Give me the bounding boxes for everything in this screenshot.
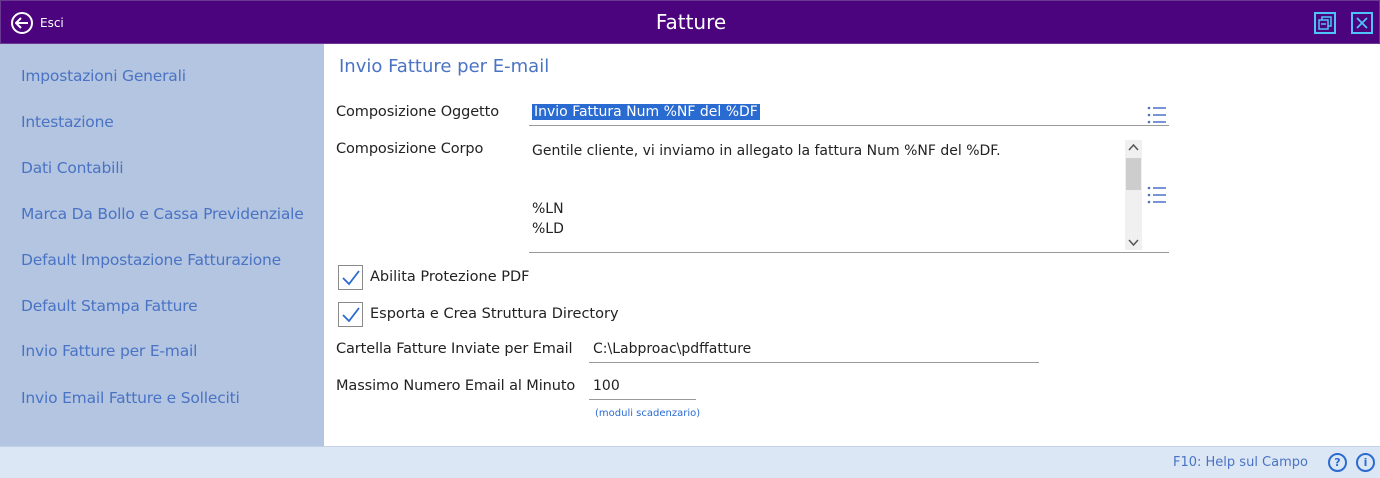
checkmark-icon <box>342 307 360 323</box>
subject-value: Invio Fattura Num %NF del %DF <box>532 104 760 120</box>
scroll-up-icon[interactable] <box>1128 143 1139 153</box>
body-textarea[interactable]: Gentile cliente, vi inviamo in allegato … <box>529 136 1169 253</box>
restore-window-button[interactable] <box>1314 12 1336 34</box>
max-emails-hint: (moduli scadenzario) <box>595 408 701 419</box>
sidebar-item-marca-da-bollo[interactable]: Marca Da Bollo e Cassa Previdenziale <box>21 205 304 223</box>
section-title: Invio Fatture per E-mail <box>339 56 550 77</box>
title-bar: Esci Fatture <box>0 0 1380 44</box>
help-hint: F10: Help sul Campo <box>1173 455 1308 470</box>
sidebar-item-default-stampa[interactable]: Default Stampa Fatture <box>21 297 198 315</box>
sidebar: Impostazioni Generali Intestazione Dati … <box>0 44 324 446</box>
body-line: %LN <box>532 201 564 217</box>
export-directory-label: Esporta e Crea Struttura Directory <box>370 306 619 322</box>
help-icon[interactable]: ? <box>1328 453 1347 472</box>
max-emails-input[interactable]: 100 <box>589 374 696 400</box>
sent-folder-input[interactable]: C:\Labproac\pdffatture <box>589 337 1039 363</box>
body-scrollbar[interactable] <box>1125 140 1142 250</box>
sent-folder-value: C:\Labproac\pdffatture <box>593 341 752 357</box>
sidebar-item-default-impostazione[interactable]: Default Impostazione Fatturazione <box>21 251 281 269</box>
export-directory-checkbox[interactable] <box>338 302 363 327</box>
sidebar-item-impostazioni-generali[interactable]: Impostazioni Generali <box>21 67 186 85</box>
max-emails-value: 100 <box>593 378 620 394</box>
scroll-thumb[interactable] <box>1126 158 1141 190</box>
scroll-down-icon[interactable] <box>1128 237 1139 247</box>
max-emails-label: Massimo Numero Email al Minuto <box>336 378 576 394</box>
close-window-button[interactable] <box>1351 12 1373 34</box>
sent-folder-label: Cartella Fatture Inviate per Email <box>336 341 573 357</box>
sidebar-item-intestazione[interactable]: Intestazione <box>21 113 114 131</box>
sidebar-item-invio-email-solleciti[interactable]: Invio Email Fatture e Solleciti <box>21 389 240 407</box>
subject-label: Composizione Oggetto <box>336 104 499 120</box>
body-fields-list-icon[interactable] <box>1147 186 1167 208</box>
checkmark-icon <box>342 270 360 286</box>
main-panel: Invio Fatture per E-mail Composizione Og… <box>324 44 1380 446</box>
sidebar-item-invio-fatture-email[interactable]: Invio Fatture per E-mail <box>21 342 197 360</box>
pdf-protection-checkbox[interactable] <box>338 265 363 290</box>
subject-input[interactable]: Invio Fattura Num %NF del %DF <box>529 102 1169 126</box>
body-label: Composizione Corpo <box>336 141 484 157</box>
window-title: Fatture <box>655 10 727 34</box>
close-icon <box>1356 17 1368 29</box>
body-line: %LD <box>532 221 564 237</box>
status-bar: F10: Help sul Campo ? i <box>0 446 1380 478</box>
body-line: Gentile cliente, vi inviamo in allegato … <box>532 143 1001 159</box>
subject-fields-list-icon[interactable] <box>1147 106 1167 128</box>
sidebar-item-dati-contabili[interactable]: Dati Contabili <box>21 159 124 177</box>
restore-icon <box>1318 16 1332 30</box>
pdf-protection-label: Abilita Protezione PDF <box>370 269 530 285</box>
info-icon[interactable]: i <box>1356 453 1375 472</box>
